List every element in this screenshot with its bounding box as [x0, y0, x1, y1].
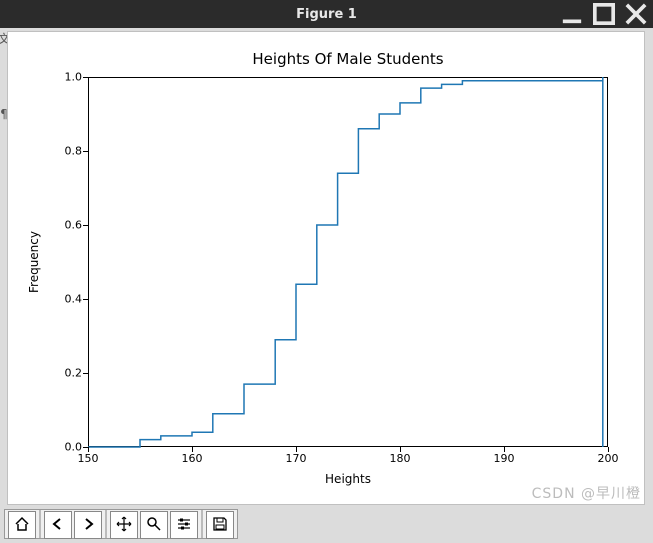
y-tick: 0.6 [42, 219, 82, 232]
x-tick: 160 [182, 452, 203, 465]
save-button[interactable] [206, 511, 234, 539]
figure-canvas: Heights Of Male Students Frequency Heigh… [7, 31, 645, 505]
maximize-button[interactable] [593, 4, 615, 24]
window-title: Figure 1 [296, 7, 357, 22]
arrow-right-icon [80, 516, 96, 535]
y-tick: 1.0 [42, 71, 82, 84]
save-icon [212, 516, 228, 535]
close-button[interactable] [625, 4, 647, 24]
y-tick: 0.8 [42, 145, 82, 158]
pan-button[interactable] [110, 511, 138, 539]
zoom-button[interactable] [140, 511, 168, 539]
configure-button[interactable] [170, 511, 198, 539]
step-plot-svg [88, 77, 608, 447]
x-tick: 150 [78, 452, 99, 465]
chart-title: Heights Of Male Students [88, 50, 608, 68]
y-tick: 0.2 [42, 367, 82, 380]
home-icon [14, 516, 30, 535]
step-line [88, 77, 603, 447]
minimize-button[interactable] [561, 4, 583, 24]
magnifier-icon [146, 516, 162, 535]
matplotlib-toolbar [4, 509, 238, 539]
window-controls [561, 4, 647, 24]
move-icon [116, 516, 132, 535]
arrow-left-icon [50, 516, 66, 535]
back-button[interactable] [44, 511, 72, 539]
x-tick: 200 [598, 452, 619, 465]
x-tick: 180 [390, 452, 411, 465]
y-tick: 0.0 [42, 441, 82, 454]
forward-button[interactable] [74, 511, 102, 539]
x-axis-label: Heights [88, 472, 608, 486]
window-titlebar: Figure 1 [0, 0, 653, 28]
x-tick: 170 [286, 452, 307, 465]
x-tick: 190 [494, 452, 515, 465]
sliders-icon [176, 516, 192, 535]
home-button[interactable] [8, 511, 36, 539]
y-tick: 0.4 [42, 293, 82, 306]
y-axis-label: Frequency [26, 77, 42, 447]
